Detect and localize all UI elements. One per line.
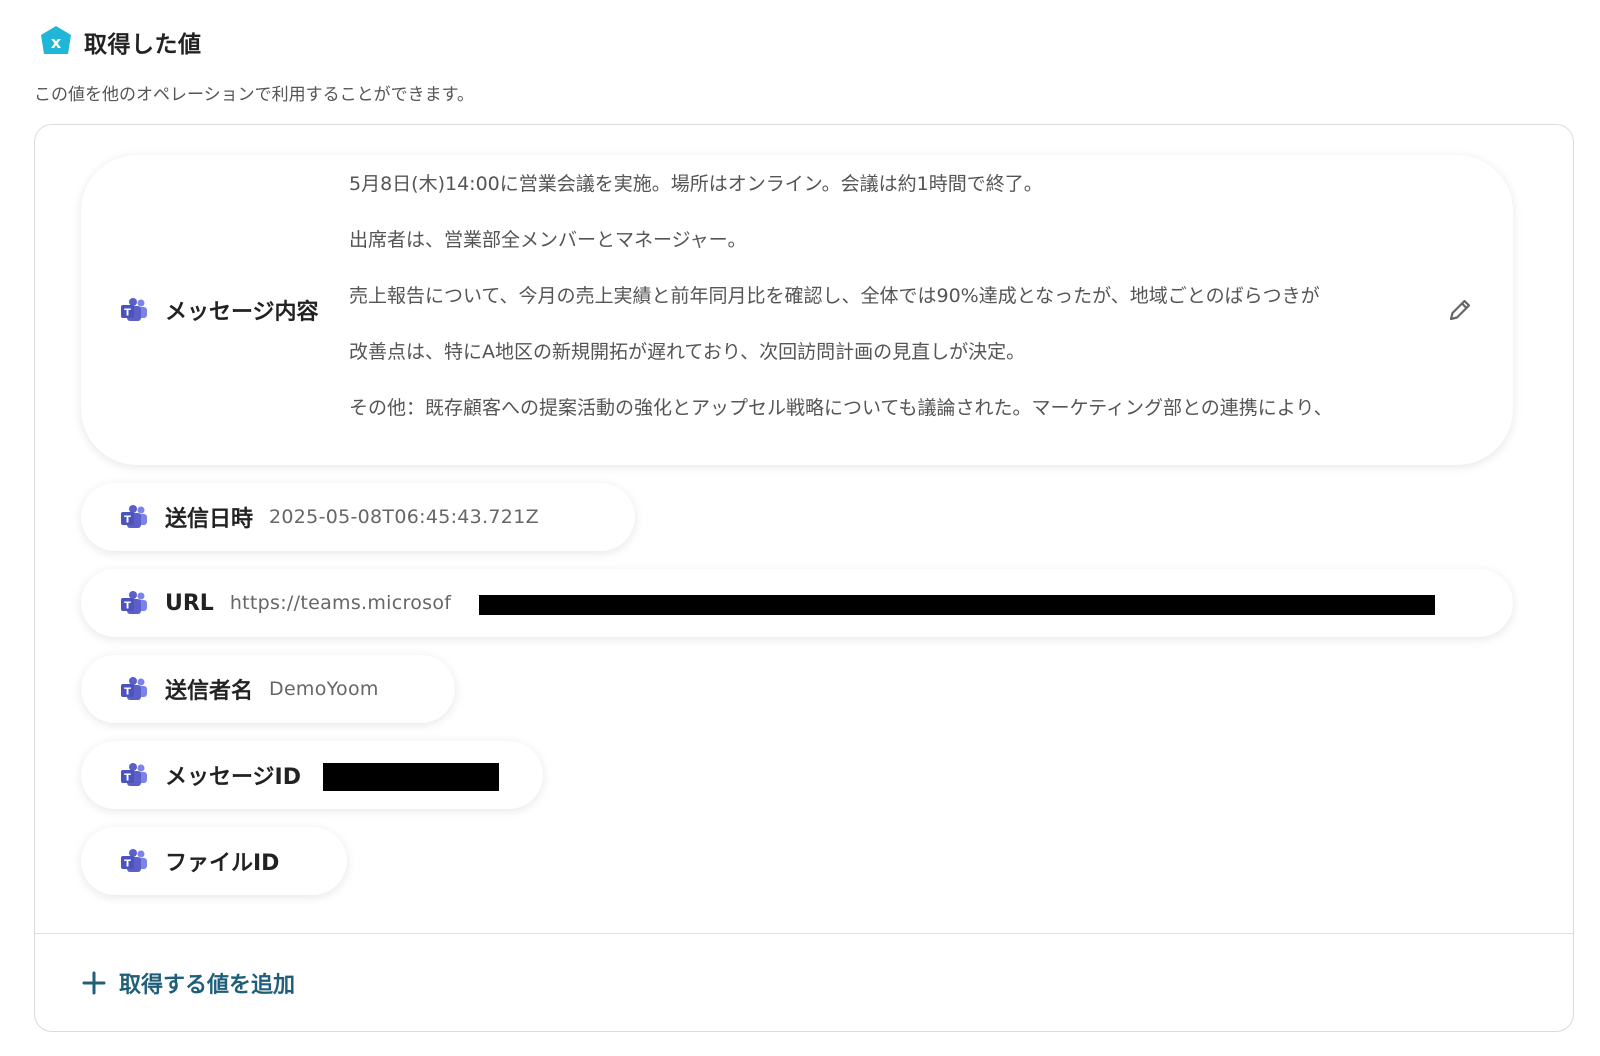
acquired-values-panel: T メッセージ内容 5月8日(木)14:00に営業会議を実施。場所はオンライン。… <box>34 124 1574 1032</box>
value-item-sender-name[interactable]: T 送信者名 DemoYoom <box>81 655 455 723</box>
item-label: 送信日時 <box>165 507 254 532</box>
microsoft-teams-icon: T <box>121 849 147 872</box>
value-item-sent-at[interactable]: T 送信日時 2025-05-08T06:45:43.721Z <box>81 483 635 551</box>
value-item-message-id[interactable]: T メッセージID <box>81 741 543 809</box>
message-line: 5月8日(木)14:00に営業会議を実施。場所はオンライン。会議は約1時間で終了… <box>349 173 1043 195</box>
message-line: その他：既存顧客への提案活動の強化とアップセル戦略についても議論された。マーケテ… <box>349 397 1333 419</box>
add-value-label: 取得する値を追加 <box>119 973 296 998</box>
svg-text:T: T <box>124 515 131 526</box>
microsoft-teams-icon: T <box>121 505 147 528</box>
svg-text:x: x <box>51 33 62 52</box>
microsoft-teams-icon: T <box>121 763 147 786</box>
yoom-x-hex-icon: x <box>41 26 71 54</box>
item-value: https://teams.microsof <box>229 592 452 614</box>
svg-text:T: T <box>124 308 131 319</box>
item-value: DemoYoom <box>269 678 379 700</box>
item-label: 送信者名 <box>165 679 254 704</box>
microsoft-teams-icon: T <box>121 591 147 614</box>
section-header: x 取得した値 <box>38 24 202 60</box>
value-item-file-id[interactable]: T ファイルID <box>81 827 347 895</box>
item-label: ファイルID <box>165 851 280 876</box>
item-value: 2025-05-08T06:45:43.721Z <box>269 506 539 528</box>
svg-text:T: T <box>124 859 131 870</box>
value-item-message-content[interactable]: T メッセージ内容 5月8日(木)14:00に営業会議を実施。場所はオンライン。… <box>81 155 1513 465</box>
svg-text:T: T <box>124 773 131 784</box>
svg-text:T: T <box>124 687 131 698</box>
section-title: 取得した値 <box>84 32 202 58</box>
add-value-button[interactable]: 取得する値を追加 <box>81 963 295 1003</box>
redaction-bar <box>323 763 499 791</box>
message-content-lines: 5月8日(木)14:00に営業会議を実施。場所はオンライン。会議は約1時間で終了… <box>349 169 1415 449</box>
section-subtitle: この値を他のオペレーションで利用することができます。 <box>34 85 474 105</box>
microsoft-teams-icon: T <box>121 677 147 700</box>
microsoft-teams-icon: T <box>121 298 147 321</box>
item-label: メッセージID <box>165 765 302 790</box>
value-item-url[interactable]: T URL https://teams.microsof <box>81 569 1513 637</box>
divider <box>35 933 1573 934</box>
svg-text:T: T <box>124 601 131 612</box>
item-label: メッセージ内容 <box>165 300 319 325</box>
plus-icon <box>82 971 106 995</box>
redaction-bar <box>479 595 1435 615</box>
message-line: 出席者は、営業部全メンバーとマネージャー。 <box>349 229 747 251</box>
message-line: 改善点は、特にA地区の新規開拓が遅れており、次回訪問計画の見直しが決定。 <box>349 341 1026 363</box>
pencil-icon[interactable] <box>1445 295 1475 325</box>
message-line: 売上報告について、今月の売上実績と前年同月比を確認し、全体では90%達成となった… <box>349 285 1320 307</box>
item-label: URL <box>165 590 214 616</box>
